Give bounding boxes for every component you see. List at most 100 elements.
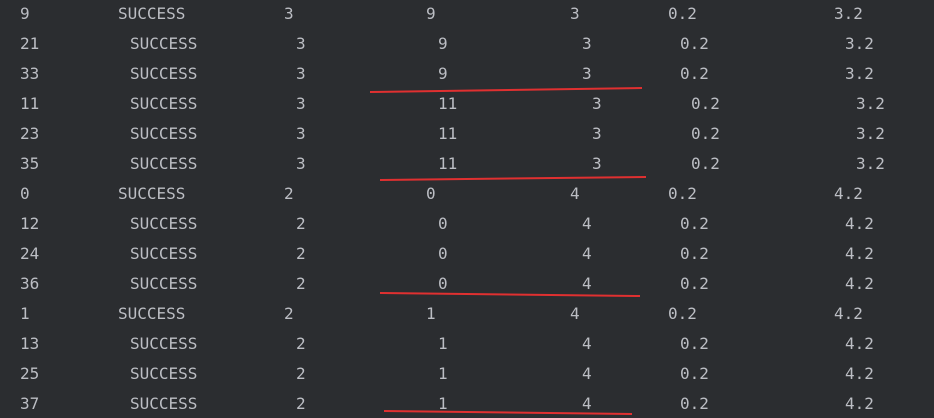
status-text: SUCCESS [130, 154, 198, 173]
value-c: 4 [570, 184, 580, 203]
row-id: 37 [20, 394, 40, 413]
row-id: 24 [20, 244, 40, 263]
value-e: 4.2 [834, 184, 863, 203]
console-output[interactable]: 9 SUCCESS 3 9 3 0.2 3.2 21 SUCCESS 3 9 3 0.2 3.2 33 SUC… [0, 0, 934, 418]
value-b: 1 [438, 394, 448, 413]
value-c: 3 [582, 64, 592, 83]
row-id: 0 [20, 184, 30, 203]
value-a: 2 [296, 244, 306, 263]
status-text: SUCCESS [130, 124, 198, 143]
value-d: 0.2 [680, 274, 709, 293]
value-a: 2 [296, 214, 306, 233]
value-e: 4.2 [845, 214, 874, 233]
value-a: 2 [296, 364, 306, 383]
status-text: SUCCESS [130, 274, 198, 293]
value-d: 0.2 [668, 184, 697, 203]
value-e: 4.2 [834, 304, 863, 323]
row-id: 36 [20, 274, 40, 293]
value-d: 0.2 [680, 64, 709, 83]
value-c: 3 [582, 34, 592, 53]
value-c: 4 [582, 394, 592, 413]
value-c: 4 [570, 304, 580, 323]
console-row: 35 SUCCESS 3 11 3 0.2 3.2 [0, 151, 934, 181]
status-text: SUCCESS [130, 244, 198, 263]
value-c: 4 [582, 214, 592, 233]
value-b: 9 [438, 34, 448, 53]
console-row: 33 SUCCESS 3 9 3 0.2 3.2 [0, 61, 934, 91]
status-text: SUCCESS [130, 394, 198, 413]
value-c: 3 [592, 124, 602, 143]
console-row: 37 SUCCESS 2 1 4 0.2 4.2 [0, 391, 934, 418]
value-d: 0.2 [680, 364, 709, 383]
status-text: SUCCESS [130, 334, 198, 353]
console-row: 13 SUCCESS 2 1 4 0.2 4.2 [0, 331, 934, 361]
value-d: 0.2 [680, 334, 709, 353]
status-text: SUCCESS [118, 4, 186, 23]
value-b: 1 [426, 304, 436, 323]
value-e: 3.2 [834, 4, 863, 23]
value-e: 3.2 [845, 34, 874, 53]
status-text: SUCCESS [118, 184, 186, 203]
console-row: 25 SUCCESS 2 1 4 0.2 4.2 [0, 361, 934, 391]
value-e: 3.2 [856, 124, 885, 143]
value-e: 3.2 [856, 94, 885, 113]
value-d: 0.2 [691, 94, 720, 113]
value-a: 3 [296, 64, 306, 83]
row-id: 12 [20, 214, 40, 233]
value-a: 2 [284, 184, 294, 203]
value-a: 3 [296, 154, 306, 173]
value-c: 3 [570, 4, 580, 23]
value-b: 0 [438, 274, 448, 293]
console-row: 11 SUCCESS 3 11 3 0.2 3.2 [0, 91, 934, 121]
value-d: 0.2 [668, 304, 697, 323]
row-id: 35 [20, 154, 40, 173]
console-row: 9 SUCCESS 3 9 3 0.2 3.2 [0, 1, 934, 31]
value-e: 4.2 [845, 244, 874, 263]
row-id: 1 [20, 304, 30, 323]
value-d: 0.2 [680, 244, 709, 263]
status-text: SUCCESS [118, 304, 186, 323]
status-text: SUCCESS [130, 64, 198, 83]
value-e: 4.2 [845, 274, 874, 293]
value-c: 4 [582, 244, 592, 263]
value-b: 0 [438, 214, 448, 233]
status-text: SUCCESS [130, 214, 198, 233]
status-text: SUCCESS [130, 34, 198, 53]
value-a: 2 [296, 334, 306, 353]
value-b: 9 [438, 64, 448, 83]
status-text: SUCCESS [130, 94, 198, 113]
value-e: 4.2 [845, 334, 874, 353]
value-c: 4 [582, 364, 592, 383]
row-id: 13 [20, 334, 40, 353]
console-row: 36 SUCCESS 2 0 4 0.2 4.2 [0, 271, 934, 301]
value-d: 0.2 [691, 124, 720, 143]
value-d: 0.2 [680, 34, 709, 53]
value-a: 3 [284, 4, 294, 23]
value-a: 3 [296, 34, 306, 53]
value-e: 4.2 [845, 394, 874, 413]
console-row: 24 SUCCESS 2 0 4 0.2 4.2 [0, 241, 934, 271]
value-e: 4.2 [845, 364, 874, 383]
console-row: 0 SUCCESS 2 0 4 0.2 4.2 [0, 181, 934, 211]
value-d: 0.2 [680, 394, 709, 413]
value-a: 2 [296, 394, 306, 413]
value-c: 4 [582, 334, 592, 353]
console-row: 1 SUCCESS 2 1 4 0.2 4.2 [0, 301, 934, 331]
row-id: 11 [20, 94, 40, 113]
row-id: 9 [20, 4, 30, 23]
value-e: 3.2 [856, 154, 885, 173]
value-d: 0.2 [668, 4, 697, 23]
row-id: 33 [20, 64, 40, 83]
value-b: 0 [438, 244, 448, 263]
value-b: 11 [438, 154, 458, 173]
row-id: 21 [20, 34, 40, 53]
value-b: 1 [438, 364, 448, 383]
value-c: 4 [582, 274, 592, 293]
console-row: 12 SUCCESS 2 0 4 0.2 4.2 [0, 211, 934, 241]
value-d: 0.2 [691, 154, 720, 173]
value-a: 2 [284, 304, 294, 323]
value-b: 11 [438, 124, 458, 143]
value-d: 0.2 [680, 214, 709, 233]
value-b: 1 [438, 334, 448, 353]
row-id: 25 [20, 364, 40, 383]
